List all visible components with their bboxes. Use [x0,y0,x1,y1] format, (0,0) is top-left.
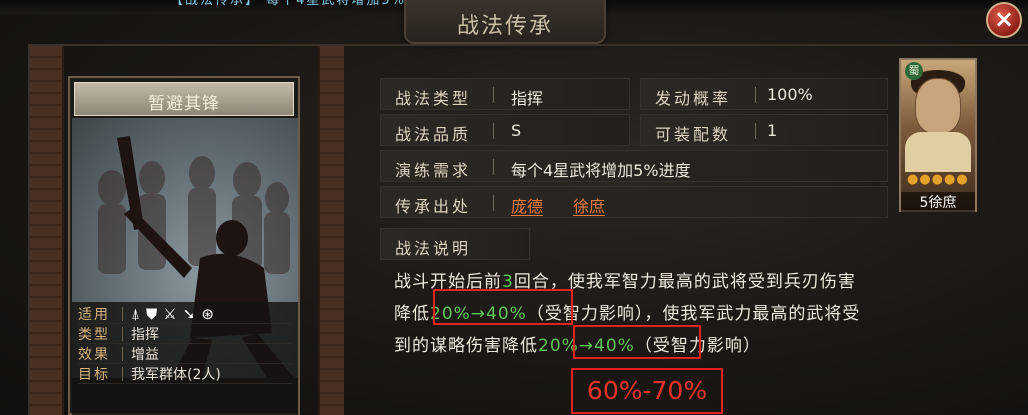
drill-label: 演练需求 [395,161,472,180]
source-label: 传承出处 [395,197,472,216]
skill-card-banner: 暂避其锋 [74,82,294,116]
portrait-face [915,78,961,134]
divider [493,123,494,139]
info-row-rate: 发动概率 100% [640,78,888,110]
quality-label: 战法品质 [395,125,472,144]
rate-value: 100% [767,85,813,104]
skill-name: 暂避其锋 [148,94,220,114]
desc-text: （受智力影响），使我军武力最高的武将受 [526,304,861,324]
close-icon: × [993,5,1015,33]
annotation-result: 60%-70% [571,368,723,414]
stat-value: 我军群体(2人) [131,366,221,383]
stat-key: 适用 [78,306,110,323]
weapon-icons: ⍋ ⛊ ⚔ ➘ ⊛ [131,305,214,323]
stat-row-target: 目标 我军群体(2人) [78,364,292,384]
highlight-box-2 [573,325,701,359]
general-name: 5徐庶 [901,192,975,212]
info-row-drill: 演练需求 每个4星武将增加5%进度 [380,150,888,182]
drill-value: 每个4星武将增加5%进度 [511,161,691,180]
slots-value: 1 [767,121,778,140]
left-pillar [30,46,64,415]
source-link-xushu[interactable]: 徐庶 [573,193,605,217]
stat-row-applies: 适用 ⍋ ⛊ ⚔ ➘ ⊛ [78,304,292,324]
star-rating: ●●●●● [907,172,969,187]
right-pillar [318,46,344,415]
type-value: 指挥 [511,89,544,108]
info-row-source: 传承出处 庞德 徐庶 [380,186,888,218]
cavalry-icon: ⍋ [131,304,141,323]
stat-row-type: 类型 指挥 [78,324,292,344]
desc-text: 降低 [394,304,430,324]
type-label: 战法类型 [395,89,472,108]
top-banner-text: 【战法传承】 每个4星武将增加5%进度 [170,0,437,8]
stat-value: 指挥 [131,326,159,343]
divider [493,87,494,103]
divider [493,195,494,211]
divider [493,159,494,175]
slots-label: 可装配数 [655,125,732,144]
spear-icon: ➘ [182,304,196,323]
stat-value: 增益 [131,346,159,363]
desc-header: 战法说明 [380,228,530,260]
rate-label: 发动概率 [655,89,732,108]
stat-key: 类型 [78,326,110,343]
siege-icon: ⊛ [201,304,214,323]
portrait-body [905,132,971,172]
faction-badge: 蜀 [905,62,923,80]
skill-card: 暂避其锋 适用 ⍋ ⛊ ⚔ ➘ ⊛ 类型 指挥 效果 增益 目标 我军群体(2人… [68,76,300,415]
desc-label: 战法说明 [395,239,472,258]
general-portrait[interactable]: 蜀 ●●●●● 5徐庶 [899,58,977,212]
bow-icon: ⚔ [163,304,177,323]
divider [122,346,123,361]
info-row-slots: 可装配数 1 [640,114,888,146]
highlight-box-1 [433,289,573,325]
close-button[interactable]: × [986,2,1022,38]
title-plate: 战法传承 [404,0,606,44]
stat-key: 效果 [78,346,110,363]
page-title: 战法传承 [456,14,553,39]
quality-value: S [511,121,522,140]
info-row-quality: 战法品质 S [380,114,630,146]
stat-key: 目标 [78,366,110,383]
divider [122,306,123,321]
divider [755,87,756,103]
source-link-pangde[interactable]: 庞德 [511,193,543,217]
shield-icon: ⛊ [146,304,158,323]
info-row-type: 战法类型 指挥 [380,78,630,110]
desc-text: 到的谋略伤害降低 [394,336,538,356]
divider [755,123,756,139]
divider [122,326,123,341]
divider [122,366,123,381]
skill-card-stats: 适用 ⍋ ⛊ ⚔ ➘ ⊛ 类型 指挥 效果 增益 目标 我军群体(2人) [72,302,298,415]
stat-row-effect: 效果 增益 [78,344,292,364]
